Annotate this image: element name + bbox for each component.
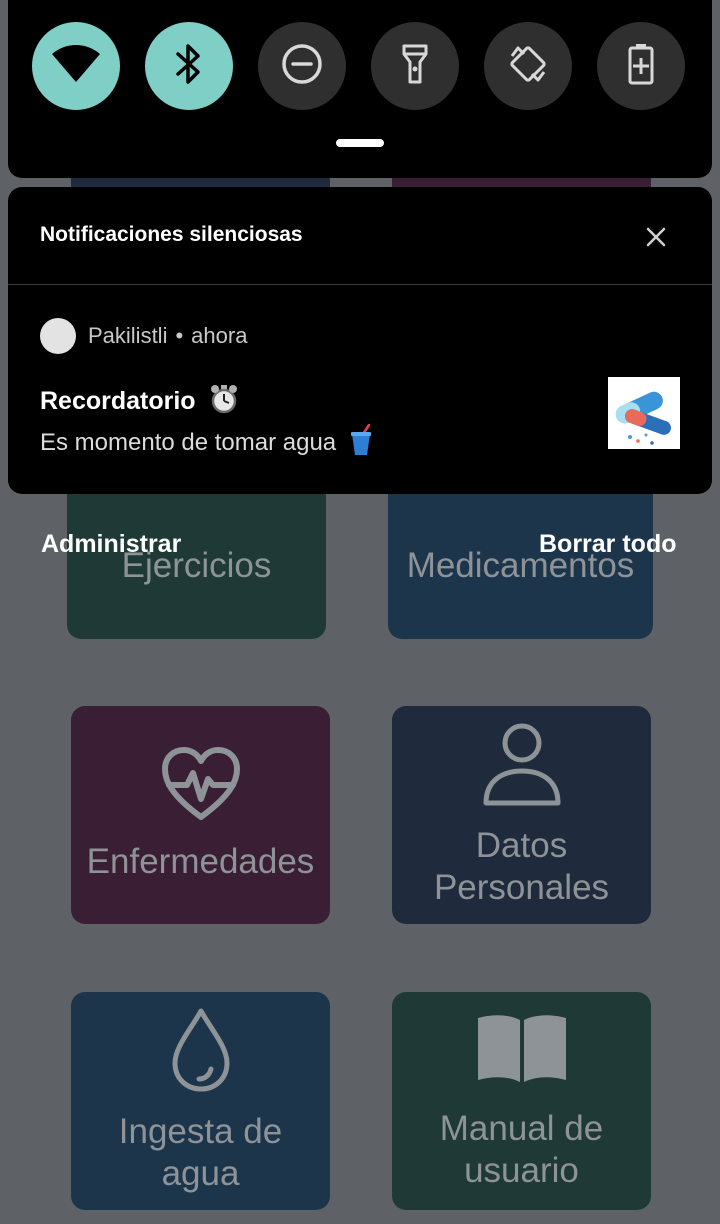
quick-settings-panel (8, 0, 712, 178)
flashlight-icon (400, 42, 430, 91)
tile-water-intake-label: Ingesta de agua (118, 1112, 283, 1193)
notification-thumbnail-pills-image (608, 377, 680, 449)
qs-drag-handle[interactable] (336, 139, 384, 147)
app-home-screen: Ejercicios Medicamentos Enfermedades Dat… (0, 0, 720, 1224)
qs-tile-wifi[interactable] (32, 22, 120, 110)
bluetooth-icon (174, 42, 204, 91)
user-icon (482, 721, 562, 817)
cup-with-straw-icon (349, 423, 373, 463)
qs-tile-bluetooth[interactable] (145, 22, 233, 110)
clear-all-button[interactable]: Borrar todo (539, 530, 677, 559)
tile-water-intake[interactable]: Ingesta de agua (71, 992, 330, 1210)
do-not-disturb-icon (280, 42, 324, 91)
tile-personal-data[interactable]: Datos Personales (392, 706, 651, 924)
battery-saver-icon (627, 42, 655, 91)
qs-tile-flashlight[interactable] (371, 22, 459, 110)
manage-notifications-button[interactable]: Administrar (41, 530, 181, 559)
tile-user-manual[interactable]: Manual de usuario (392, 992, 651, 1210)
qs-tile-auto-rotate[interactable] (484, 22, 572, 110)
notification-separator: • (175, 323, 184, 348)
notification-app-name: Pakilistli (88, 323, 168, 348)
water-drop-icon (169, 1007, 233, 1103)
close-icon (645, 226, 667, 253)
tile-diseases[interactable]: Enfermedades (71, 706, 330, 924)
wifi-icon (50, 44, 102, 89)
notification-body: Es momento de tomar agua (40, 423, 373, 463)
tile-diseases-label: Enfermedades (86, 842, 315, 881)
notification-title: Recordatorio (40, 383, 239, 422)
dismiss-section-button[interactable] (636, 219, 676, 259)
open-book-icon (474, 1010, 570, 1100)
heartbeat-icon (161, 747, 241, 833)
tile-user-manual-label: Manual de usuario (439, 1109, 604, 1190)
notification-title-text: Recordatorio (40, 387, 196, 416)
notification-app-line: Pakilistli • ahora (88, 323, 247, 349)
app-icon (40, 318, 76, 354)
notification-panel: Notificaciones silenciosas Pakilistli • ah… (8, 187, 712, 494)
section-divider (8, 284, 712, 285)
notification-body-text: Es momento de tomar agua (40, 428, 337, 456)
notification-time: ahora (191, 323, 248, 348)
qs-tile-do-not-disturb[interactable] (258, 22, 346, 110)
tile-personal-data-label: Datos Personales (433, 826, 610, 907)
auto-rotate-icon (506, 42, 550, 91)
alarm-clock-icon (209, 383, 239, 422)
qs-tile-battery-saver[interactable] (597, 22, 685, 110)
silent-notifications-header: Notificaciones silenciosas (40, 223, 303, 246)
